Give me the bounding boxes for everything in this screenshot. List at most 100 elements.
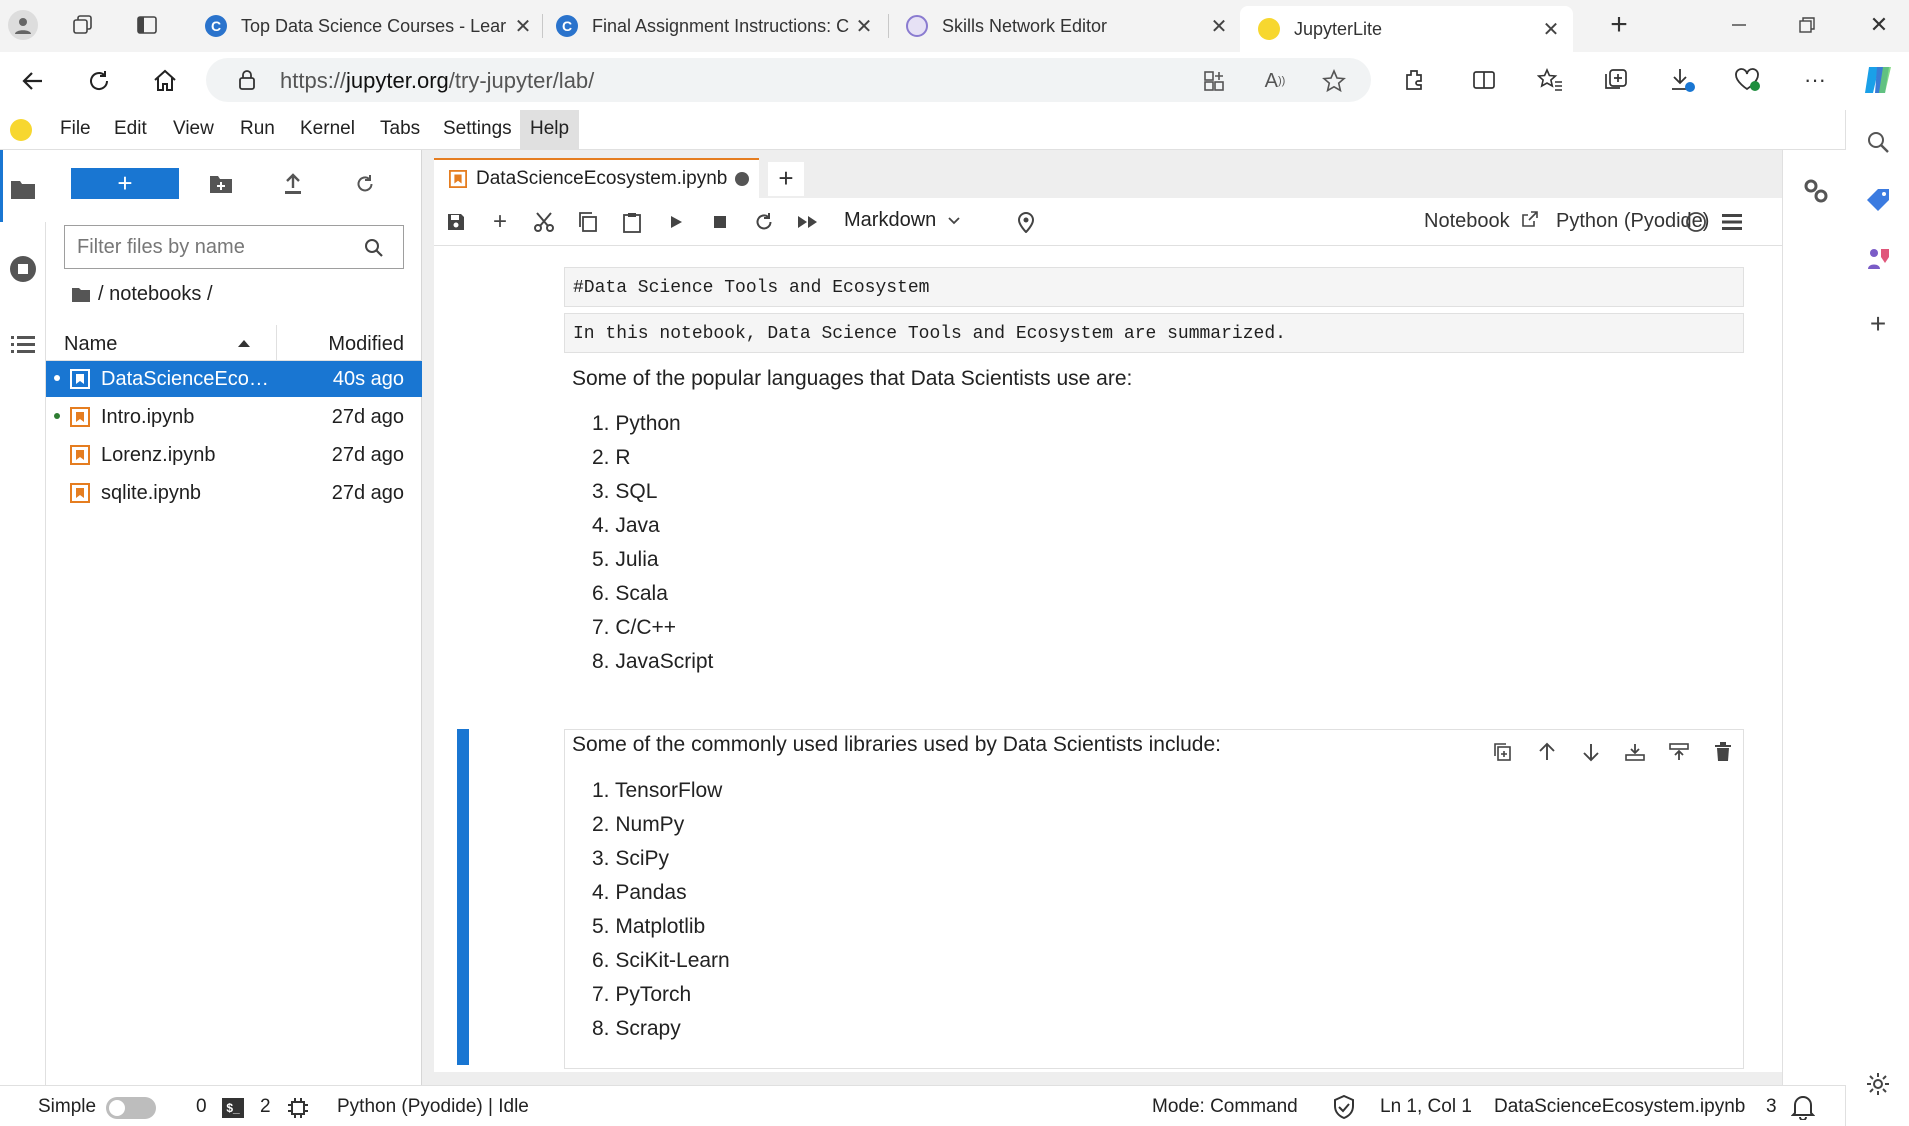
app-available-icon[interactable]	[1201, 68, 1227, 94]
menu-tabs[interactable]: Tabs	[380, 118, 420, 140]
insert-cell-above-icon[interactable]	[1623, 740, 1647, 764]
simple-mode-toggle[interactable]	[106, 1097, 156, 1119]
games-icon[interactable]	[1864, 244, 1892, 272]
cut-icon[interactable]	[532, 210, 556, 234]
running-kernels-icon[interactable]	[8, 254, 38, 284]
active-markdown-cell[interactable]	[564, 729, 1744, 1069]
refresh-files-icon[interactable]	[352, 172, 378, 196]
menu-view[interactable]: View	[173, 118, 214, 140]
insert-cell-below-icon[interactable]	[1667, 740, 1691, 764]
unsaved-changes-icon[interactable]	[735, 172, 750, 186]
new-tab-button[interactable]: +	[768, 162, 804, 196]
notebook-tab[interactable]: DataScienceEcosystem.ipynb	[434, 158, 759, 198]
back-icon[interactable]	[18, 66, 48, 96]
kernel-count[interactable]: 2	[260, 1096, 271, 1118]
menu-icon[interactable]	[1720, 210, 1744, 234]
browser-tab-2[interactable]: C Final Assignment Instructions: C ✕	[556, 6, 876, 46]
notebook-cells[interactable]: #Data Science Tools and Ecosystem In thi…	[434, 247, 1833, 1072]
shopping-tag-icon[interactable]	[1864, 186, 1892, 214]
restore-icon[interactable]	[1794, 12, 1820, 38]
address-bar[interactable]: https://jupyter.org/try-jupyter/lab/ A))	[206, 58, 1371, 102]
browser-tab-4-active[interactable]: JupyterLite ✕	[1240, 6, 1573, 52]
menu-settings[interactable]: Settings	[443, 118, 512, 140]
menu-kernel[interactable]: Kernel	[300, 118, 355, 140]
refresh-icon[interactable]	[84, 66, 114, 96]
save-icon[interactable]	[444, 210, 468, 234]
stop-icon[interactable]	[708, 210, 732, 234]
new-folder-icon[interactable]	[208, 172, 234, 196]
sort-ascending-icon[interactable]	[236, 335, 252, 351]
terminal-icon[interactable]: $_	[222, 1098, 244, 1118]
home-icon[interactable]	[150, 66, 180, 96]
collections-icon[interactable]	[1602, 66, 1630, 94]
copilot-icon[interactable]	[1860, 62, 1896, 98]
upload-icon[interactable]	[280, 172, 306, 196]
close-tab-icon[interactable]: ✕	[1539, 17, 1563, 42]
restart-kernel-icon[interactable]	[752, 210, 776, 234]
delete-cell-icon[interactable]	[1711, 740, 1735, 764]
edge-search-icon[interactable]	[1864, 128, 1892, 156]
insert-cell-icon[interactable]: +	[488, 208, 512, 235]
file-row-selected[interactable]: DataScienceEcosy... 40s ago	[46, 361, 422, 397]
profile-icon[interactable]	[8, 10, 38, 40]
more-options-icon[interactable]: ···	[1800, 66, 1830, 94]
folder-icon[interactable]	[8, 176, 38, 202]
filter-files-input[interactable]	[64, 225, 404, 269]
cursor-position[interactable]: Ln 1, Col 1	[1380, 1096, 1472, 1118]
add-sidebar-app-icon[interactable]: +	[1864, 308, 1892, 339]
terminal-count[interactable]: 0	[196, 1096, 207, 1118]
duplicate-cell-icon[interactable]	[1491, 740, 1515, 764]
raw-cell-intro[interactable]: In this notebook, Data Science Tools and…	[564, 313, 1744, 353]
lock-icon[interactable]	[236, 69, 258, 91]
split-screen-icon[interactable]	[1470, 66, 1498, 94]
active-cell-indicator[interactable]	[457, 729, 469, 1065]
run-all-icon[interactable]	[796, 210, 820, 234]
minimize-icon[interactable]	[1726, 12, 1752, 38]
extensions-icon[interactable]	[1400, 66, 1428, 94]
tab-actions-icon[interactable]	[134, 12, 160, 38]
shield-check-icon[interactable]	[1332, 1095, 1356, 1119]
url-text[interactable]: https://jupyter.org/try-jupyter/lab/	[280, 68, 594, 94]
kernel-chip-icon[interactable]	[286, 1096, 310, 1120]
close-tab-icon[interactable]: ✕	[852, 14, 876, 39]
browser-tab-3[interactable]: Skills Network Editor ✕	[906, 6, 1231, 46]
bell-icon[interactable]	[1790, 1094, 1816, 1120]
new-tab-icon[interactable]: +	[1604, 8, 1634, 41]
close-tab-icon[interactable]: ✕	[1207, 14, 1231, 39]
close-window-icon[interactable]: ✕	[1864, 10, 1894, 40]
debugger-icon[interactable]	[1014, 210, 1038, 234]
file-row[interactable]: Lorenz.ipynb 27d ago	[46, 437, 422, 473]
workspaces-icon[interactable]	[70, 12, 96, 38]
copy-icon[interactable]	[576, 210, 600, 234]
current-file[interactable]: DataScienceEcosystem.ipynb	[1494, 1096, 1745, 1118]
cell-type-dropdown[interactable]: Markdown	[844, 209, 962, 232]
downloads-icon[interactable]	[1668, 66, 1696, 94]
breadcrumb-path[interactable]: / notebooks /	[98, 283, 213, 306]
open-notebook-link[interactable]: Notebook	[1424, 210, 1539, 233]
read-aloud-icon[interactable]: A))	[1261, 68, 1289, 94]
folder-icon[interactable]	[70, 286, 92, 304]
move-up-icon[interactable]	[1535, 740, 1559, 764]
new-launcher-button[interactable]: +	[71, 168, 179, 199]
table-of-contents-icon[interactable]	[8, 332, 38, 358]
sidebar-settings-icon[interactable]	[1864, 1070, 1892, 1098]
column-modified[interactable]: Modified	[328, 333, 404, 356]
file-row[interactable]: sqlite.ipynb 27d ago	[46, 475, 422, 511]
menu-run[interactable]: Run	[240, 118, 275, 140]
browser-essentials-icon[interactable]	[1734, 66, 1762, 94]
favorites-icon[interactable]	[1536, 66, 1564, 94]
favorite-star-icon[interactable]	[1321, 68, 1347, 94]
menu-edit[interactable]: Edit	[114, 118, 147, 140]
column-name[interactable]: Name	[64, 333, 117, 356]
paste-icon[interactable]	[620, 210, 644, 234]
notification-count[interactable]: 3	[1766, 1096, 1777, 1118]
kernel-status[interactable]: Python (Pyodide) | Idle	[337, 1096, 529, 1118]
move-down-icon[interactable]	[1579, 740, 1603, 764]
menu-file[interactable]: File	[60, 118, 91, 140]
browser-tab-1[interactable]: C Top Data Science Courses - Lear ✕	[205, 6, 535, 46]
close-tab-icon[interactable]: ✕	[511, 14, 535, 39]
file-row[interactable]: Intro.ipynb 27d ago	[46, 399, 422, 435]
property-inspector-icon[interactable]	[1801, 176, 1831, 206]
run-icon[interactable]	[664, 210, 688, 234]
raw-cell-title[interactable]: #Data Science Tools and Ecosystem	[564, 267, 1744, 307]
